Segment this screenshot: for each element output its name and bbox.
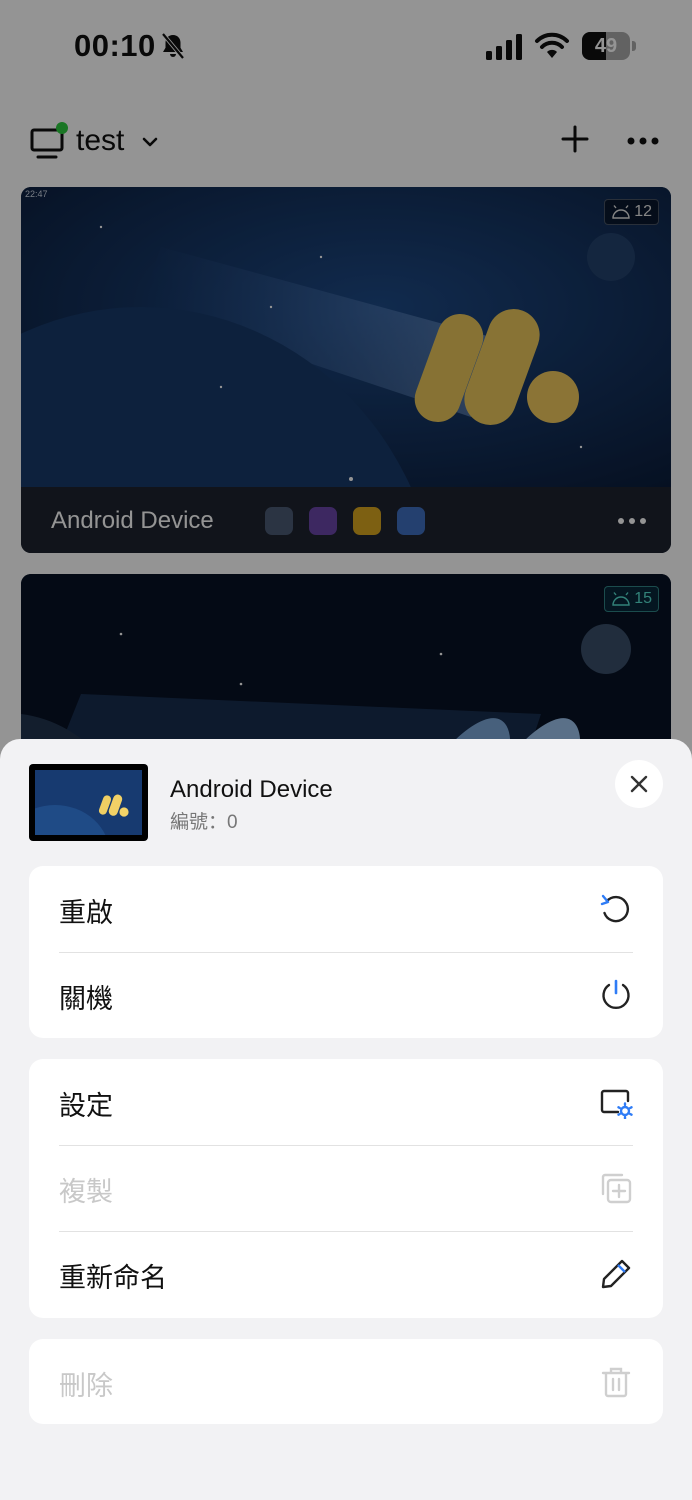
device-thumbnail	[29, 764, 148, 841]
shutdown-button[interactable]: 關機	[29, 952, 663, 1038]
action-group-power: 重啟 關機	[29, 866, 663, 1038]
duplicate-button: 複製	[29, 1145, 663, 1231]
settings-button[interactable]: 設定	[29, 1059, 663, 1145]
power-icon	[602, 979, 630, 1010]
sheet-device-name: Android Device	[170, 776, 333, 803]
sheet-header: Android Device 編號：0	[0, 739, 692, 855]
action-group-manage: 設定 複製 重新命名	[29, 1059, 663, 1318]
shutdown-label: 關機	[59, 984, 113, 1014]
edit-pencil-icon	[601, 1259, 631, 1289]
restart-button[interactable]: 重啟	[29, 866, 663, 952]
close-button[interactable]	[615, 760, 663, 808]
duplicate-label: 複製	[59, 1177, 113, 1207]
duplicate-icon	[601, 1173, 632, 1204]
sheet-device-number: 編號：0	[170, 812, 238, 833]
rename-button[interactable]: 重新命名	[29, 1231, 663, 1317]
settings-label: 設定	[59, 1091, 113, 1121]
close-icon	[630, 775, 648, 793]
restart-icon	[600, 894, 630, 923]
restart-label: 重啟	[59, 898, 113, 928]
action-group-delete: 刪除	[29, 1339, 663, 1424]
trash-icon	[601, 1367, 631, 1398]
device-thumbnail-image	[35, 770, 142, 835]
settings-window-icon	[600, 1089, 633, 1119]
delete-label: 刪除	[59, 1371, 113, 1401]
rename-label: 重新命名	[59, 1263, 167, 1293]
delete-button: 刪除	[29, 1339, 663, 1424]
device-action-sheet: Android Device 編號：0 重啟 關機 設定 複製 重新命名 刪除	[0, 739, 692, 1500]
